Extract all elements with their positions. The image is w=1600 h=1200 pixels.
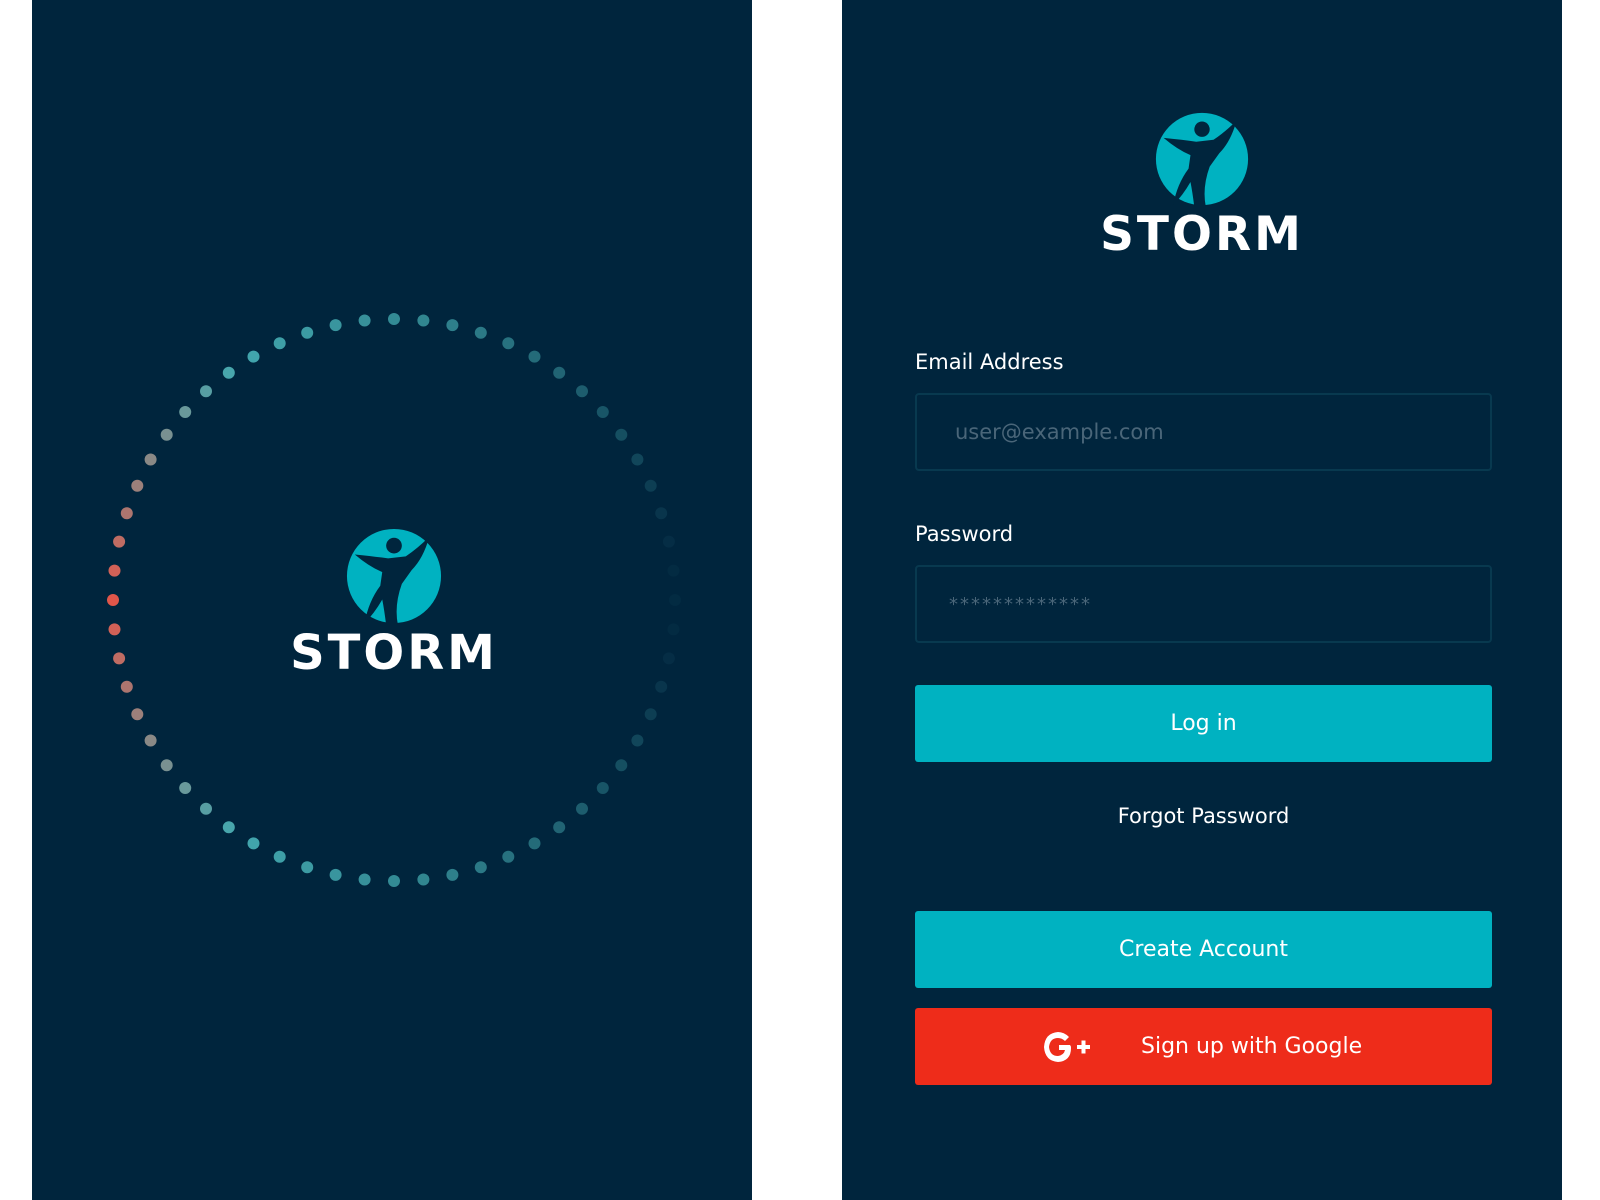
loader-dot <box>247 350 260 363</box>
google-plus-icon <box>1042 1008 1092 1085</box>
loader-dot <box>144 453 157 466</box>
password-label: Password <box>915 522 1014 546</box>
loader-dot <box>446 319 459 332</box>
loader-dot <box>576 385 588 398</box>
google-signup-label: Sign up with Google <box>1141 1034 1363 1059</box>
loader-dot <box>120 507 133 520</box>
brand-wordmark: STORM <box>290 625 498 681</box>
loader-dot <box>667 564 680 577</box>
loader-dot <box>417 873 430 886</box>
loader-dot <box>644 479 657 492</box>
login-button[interactable]: Log in <box>915 685 1492 762</box>
splash-logo: STORM <box>259 527 529 677</box>
loader-dot <box>655 680 668 693</box>
email-field[interactable] <box>915 393 1492 471</box>
loader-dot <box>553 366 566 379</box>
loader-dot <box>329 319 342 332</box>
google-signup-button[interactable]: Sign up with Google <box>915 1008 1492 1085</box>
loader-dot <box>160 759 173 772</box>
loader-dot <box>179 782 192 794</box>
loader-dot <box>446 868 459 881</box>
loader-dot <box>301 861 314 874</box>
loader-dot <box>502 337 515 350</box>
loader-dot <box>160 428 173 441</box>
email-label: Email Address <box>915 350 1064 374</box>
loader-dot <box>631 734 644 747</box>
loader-dot <box>120 680 133 693</box>
loader-dot <box>131 708 144 721</box>
loader-dot <box>131 479 144 492</box>
loader-dot <box>200 802 212 815</box>
loader-dot <box>528 837 541 850</box>
loader-dot <box>108 564 121 577</box>
brand-wordmark: STORM <box>1100 207 1304 262</box>
loader-dot <box>576 802 588 815</box>
loader-dot <box>107 594 119 606</box>
loader-dot <box>615 428 628 441</box>
loader-dot <box>113 652 126 665</box>
loader-dot <box>108 623 121 636</box>
loader-dot <box>596 782 609 794</box>
loader-dot <box>273 850 286 863</box>
loader-dot <box>528 350 541 363</box>
loader-dot <box>669 594 681 606</box>
runner-logo-icon <box>1155 112 1249 207</box>
create-account-button[interactable]: Create Account <box>915 911 1492 988</box>
loader-dot <box>247 837 260 850</box>
loader-dot <box>596 406 609 418</box>
loader-dot <box>144 734 157 747</box>
loader-dot <box>179 406 192 418</box>
runner-logo-icon <box>346 528 442 625</box>
loader-dot <box>667 623 680 636</box>
loader-dot <box>301 326 314 339</box>
loader-dot <box>200 385 212 398</box>
loader-dot <box>553 821 566 834</box>
loader-dot <box>474 861 487 874</box>
loader-dot <box>222 821 235 834</box>
loader-dot <box>113 535 126 548</box>
loader-dot <box>631 453 644 466</box>
loader-dot <box>388 875 400 887</box>
forgot-password-link[interactable]: Forgot Password <box>915 802 1492 830</box>
loader-dot <box>474 326 487 339</box>
loader-dot <box>662 652 675 665</box>
loader-dot <box>222 366 235 379</box>
loader-dot <box>655 507 668 520</box>
loader-dot <box>417 314 430 327</box>
loader-dot <box>358 314 371 327</box>
loader-dot <box>662 535 675 548</box>
password-field[interactable] <box>915 565 1492 643</box>
loader-dot <box>615 759 628 772</box>
loader-dot <box>329 868 342 881</box>
login-screen: STORM Email Address Password Log in Forg… <box>842 0 1562 1200</box>
loader-dot <box>388 313 400 325</box>
splash-screen: STORM <box>32 0 752 1200</box>
loader-dot <box>358 873 371 886</box>
loader-dot <box>644 708 657 721</box>
login-logo: STORM <box>1062 111 1342 258</box>
loader-dot <box>273 337 286 350</box>
loader-dot <box>502 850 515 863</box>
